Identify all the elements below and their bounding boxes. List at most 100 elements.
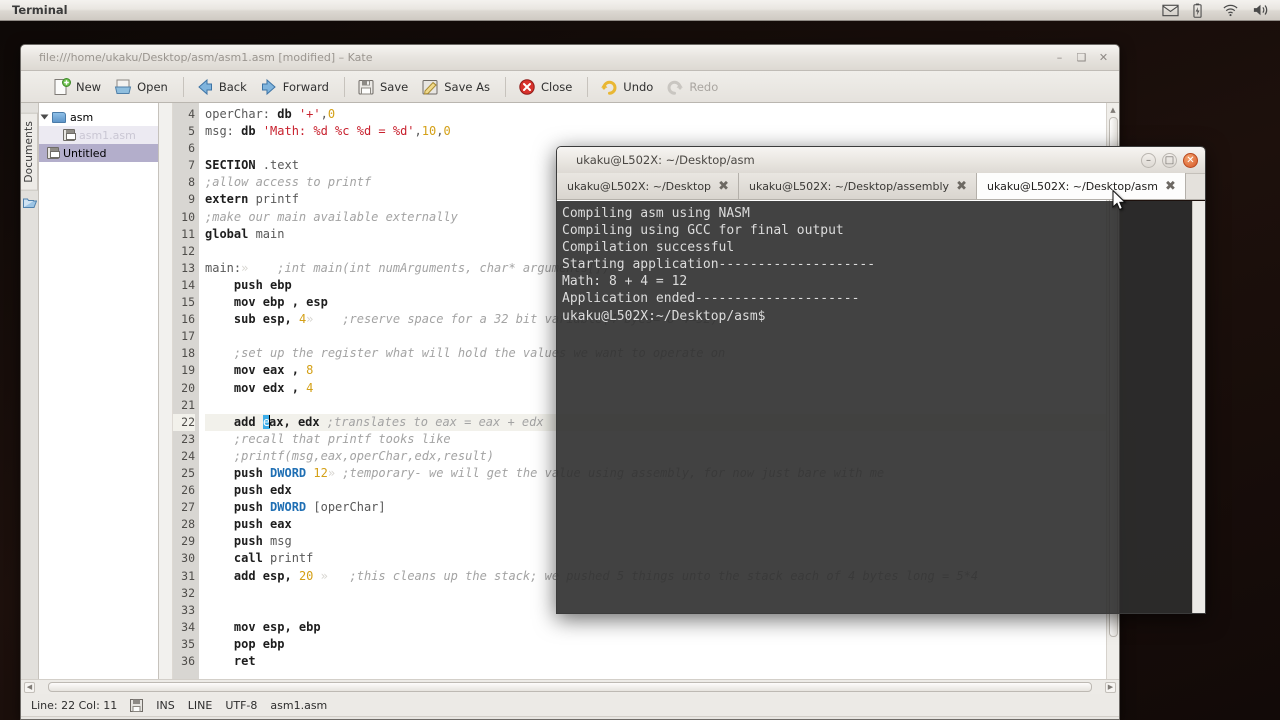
scroll-left-arrow-icon[interactable]: ◀ [24, 681, 35, 693]
open-button[interactable]: Open [110, 74, 175, 100]
code-token: 12 [313, 465, 328, 480]
kate-titlebar[interactable]: file:///home/ukaku/Desktop/asm/asm1.asm … [21, 45, 1119, 71]
back-button-label: Back [218, 79, 247, 94]
doc-item-untitled[interactable]: Untitled [39, 144, 158, 162]
line-number: 23 [181, 431, 195, 446]
terminal-tab-bar: ukaku@L502X: ~/Desktop ✖ ukaku@L502X: ~/… [557, 173, 1205, 200]
redo-button-label: Redo [689, 79, 719, 94]
line-number: 29 [181, 534, 195, 549]
kate-maximize-button[interactable]: ❑ [1074, 50, 1089, 65]
code-token: ;make our main available externally [205, 209, 458, 224]
selection-mode[interactable]: LINE [188, 699, 213, 712]
line-number: 6 [188, 141, 195, 156]
line-number: 19 [181, 363, 195, 378]
code-token: ;allow access to printf [205, 175, 372, 190]
save-as-button[interactable]: Save As [417, 74, 497, 100]
code-token: extern [205, 192, 249, 207]
code-token: 0 [443, 124, 451, 139]
code-token: printf [248, 192, 299, 207]
insert-mode[interactable]: INS [156, 699, 174, 712]
code-token: push ebp [233, 277, 292, 292]
new-button[interactable]: New [49, 74, 108, 100]
line-number: 7 [188, 158, 195, 173]
hscroll-thumb[interactable] [48, 682, 1092, 692]
battery-icon[interactable] [1192, 3, 1208, 18]
terminal-output[interactable]: Compiling asm using NASM Compiling using … [557, 201, 1205, 613]
code-line[interactable]: ret [205, 653, 1119, 670]
wifi-icon[interactable] [1222, 3, 1238, 18]
forward-button-label: Forward [282, 79, 329, 94]
line-number: 4 [188, 107, 195, 121]
code-token: pop ebp [233, 636, 285, 651]
encoding[interactable]: UTF-8 [225, 699, 257, 712]
terminal-minimize-button[interactable]: – [1141, 152, 1156, 168]
top-panel: Terminal [0, 0, 1280, 21]
undo-button[interactable]: Undo [596, 74, 660, 100]
code-token: msg: [205, 124, 242, 139]
mouse-cursor [1112, 189, 1126, 211]
doc-item-asm1[interactable]: asm1.asm [39, 126, 158, 144]
scroll-up-arrow-icon[interactable]: ▲ [1107, 103, 1119, 116]
status-filename: asm1.asm [270, 698, 328, 712]
top-panel-app-title[interactable]: Terminal [12, 3, 68, 17]
line-number: 20 [181, 380, 195, 395]
system-tray [1162, 3, 1268, 18]
line-number: 28 [181, 517, 195, 532]
chevron-down-icon[interactable] [40, 114, 49, 120]
back-button[interactable]: Back [192, 74, 254, 100]
line-number: 34 [181, 619, 195, 634]
terminal-window-controls: – □ ✕ [1141, 152, 1198, 168]
editor-icon-border[interactable] [159, 103, 173, 679]
line-number: 14 [181, 277, 195, 292]
line-number: 22 [173, 413, 195, 431]
save-button[interactable]: Save [353, 74, 415, 100]
terminal-tab-asm[interactable]: ukaku@L502X: ~/Desktop/asm ✖ [977, 173, 1186, 199]
volume-icon[interactable] [1252, 3, 1268, 18]
code-line[interactable]: mov esp, ebp [205, 619, 1119, 636]
mail-icon[interactable] [1162, 3, 1179, 18]
terminal-tab-assembly[interactable]: ukaku@L502X: ~/Desktop/assembly ✖ [739, 173, 978, 199]
terminal-line: Compilation successful [562, 240, 735, 256]
code-line[interactable]: pop ebp [205, 636, 1119, 653]
code-line[interactable]: operChar: db '+',0 [205, 106, 1119, 123]
line-number: 24 [181, 448, 195, 463]
document-list[interactable]: asm asm1.asm Untitled [39, 103, 159, 679]
line-number: 15 [181, 295, 195, 310]
close-x-icon[interactable]: ✖ [717, 179, 730, 194]
kate-minimize-button[interactable]: – [1052, 50, 1067, 65]
terminal-close-button[interactable]: ✕ [1183, 152, 1198, 168]
save-button-label: Save [379, 79, 409, 94]
sidebar-tab-documents[interactable]: Documents [21, 113, 38, 191]
doc-folder-asm[interactable]: asm [39, 108, 158, 126]
kate-close-button[interactable]: ✕ [1096, 50, 1111, 65]
terminal-tab-desktop[interactable]: ukaku@L502X: ~/Desktop ✖ [557, 173, 740, 199]
forward-button[interactable]: Forward [256, 74, 336, 100]
close-x-icon[interactable]: ✖ [955, 179, 968, 194]
close-button[interactable]: Close [514, 74, 579, 100]
code-line[interactable]: msg: db 'Math: %d %c %d = %d',10,0 [205, 123, 1119, 140]
code-token: » [313, 568, 328, 583]
terminal-titlebar[interactable]: ukaku@L502X: ~/Desktop/asm – □ ✕ [557, 147, 1205, 174]
code-token: DWORD [270, 465, 307, 480]
terminal-maximize-button[interactable]: □ [1162, 152, 1177, 168]
code-token: 8 [306, 363, 314, 378]
close-x-icon[interactable]: ✖ [1164, 179, 1177, 194]
floppy-disk-icon [357, 78, 375, 96]
editor-horizontal-scrollbar[interactable]: ◀ ▶ [21, 679, 1119, 694]
code-token: 4 [306, 380, 314, 395]
line-number: 31 [181, 568, 195, 583]
terminal-scrollbar[interactable] [1192, 201, 1205, 613]
line-number: 35 [181, 636, 195, 651]
scroll-right-arrow-icon[interactable]: ▶ [1105, 681, 1116, 693]
